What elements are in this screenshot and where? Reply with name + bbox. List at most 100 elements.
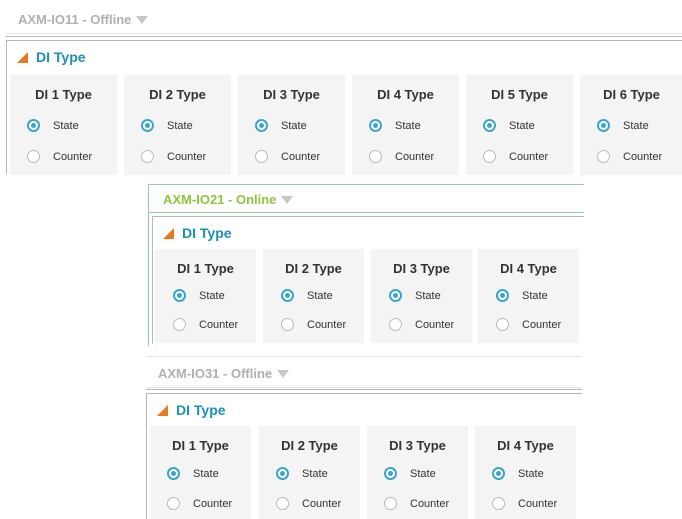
module-title: AXM-IO21 - Online	[163, 191, 277, 207]
radio-empty-icon[interactable]	[27, 150, 40, 163]
radio-selected-icon[interactable]	[276, 467, 289, 480]
card-title: DI 4 Type	[497, 438, 554, 453]
card-title: DI 4 Type	[377, 87, 434, 102]
radio-state[interactable]: State	[478, 289, 579, 302]
radio-counter[interactable]: Counter	[478, 318, 579, 331]
radio-counter[interactable]: Counter	[352, 150, 459, 163]
radio-state[interactable]: State	[580, 119, 682, 132]
radio-state[interactable]: State	[259, 467, 360, 480]
radio-counter[interactable]: Counter	[466, 150, 573, 163]
radio-empty-icon[interactable]	[384, 497, 397, 510]
section-di-type-io31: DI Type DI 1 Type State Counter DI 2 Typ…	[146, 393, 582, 519]
collapse-triangle-icon[interactable]	[163, 227, 174, 239]
radio-counter[interactable]: Counter	[371, 318, 472, 331]
radio-counter[interactable]: Counter	[259, 497, 360, 510]
card-title: DI 2 Type	[285, 261, 342, 276]
collapse-triangle-icon[interactable]	[157, 404, 168, 416]
radio-counter[interactable]: Counter	[475, 497, 576, 510]
radio-counter[interactable]: Counter	[367, 497, 468, 510]
radio-empty-icon[interactable]	[483, 150, 496, 163]
section-title[interactable]: DI Type	[17, 49, 86, 65]
chevron-down-icon[interactable]	[277, 370, 290, 378]
card-title: DI 2 Type	[281, 438, 338, 453]
card-title: DI 2 Type	[149, 87, 206, 102]
chevron-down-icon[interactable]	[136, 16, 149, 24]
radio-counter[interactable]: Counter	[124, 150, 231, 163]
di-1-type-card: DI 1 Type State Counter	[150, 426, 251, 519]
radio-selected-icon[interactable]	[384, 467, 397, 480]
radio-empty-icon[interactable]	[492, 497, 505, 510]
radio-counter[interactable]: Counter	[10, 150, 117, 163]
radio-selected-icon[interactable]	[173, 289, 186, 302]
module-header-io31[interactable]: AXM-IO31 - Offline	[146, 360, 582, 388]
di-6-type-card: DI 6 Type State Counter	[580, 75, 682, 175]
card-title: DI 6 Type	[603, 87, 660, 102]
radio-state[interactable]: State	[466, 119, 573, 132]
card-title: DI 3 Type	[389, 438, 446, 453]
di-2-type-card: DI 2 Type State Counter	[124, 75, 231, 175]
radio-empty-icon[interactable]	[167, 497, 180, 510]
radio-selected-icon[interactable]	[389, 289, 402, 302]
radio-state[interactable]: State	[352, 119, 459, 132]
di-4-type-card: DI 4 Type State Counter	[478, 249, 579, 343]
module-header-io11[interactable]: AXM-IO11 - Offline	[6, 6, 682, 34]
radio-empty-icon[interactable]	[255, 150, 268, 163]
radio-counter[interactable]: Counter	[155, 318, 256, 331]
radio-state[interactable]: State	[371, 289, 472, 302]
di-2-type-card: DI 2 Type State Counter	[263, 249, 364, 343]
radio-selected-icon[interactable]	[483, 119, 496, 132]
di-3-type-card: DI 3 Type State Counter	[371, 249, 472, 343]
card-title: DI 4 Type	[500, 261, 557, 276]
radio-state[interactable]: State	[124, 119, 231, 132]
di-2-type-card: DI 2 Type State Counter	[259, 426, 360, 519]
section-title[interactable]: DI Type	[163, 225, 232, 241]
section-di-type-io21: DI Type DI 1 Type State Counter DI 2 Typ…	[152, 216, 584, 344]
radio-empty-icon[interactable]	[496, 318, 509, 331]
radio-selected-icon[interactable]	[597, 119, 610, 132]
radio-empty-icon[interactable]	[597, 150, 610, 163]
radio-state[interactable]: State	[150, 467, 251, 480]
di-4-type-card: DI 4 Type State Counter	[475, 426, 576, 519]
radio-counter[interactable]: Counter	[238, 150, 345, 163]
collapse-triangle-icon[interactable]	[17, 51, 28, 63]
radio-selected-icon[interactable]	[281, 289, 294, 302]
chevron-down-icon[interactable]	[281, 195, 294, 204]
section-di-type-io11: DI Type DI 1 Type State Counter DI 2 Typ…	[6, 40, 682, 175]
radio-counter[interactable]: Counter	[580, 150, 682, 163]
module-title: AXM-IO31 - Offline	[158, 366, 273, 381]
radio-selected-icon[interactable]	[492, 467, 505, 480]
radio-counter[interactable]: Counter	[263, 318, 364, 331]
radio-state[interactable]: State	[238, 119, 345, 132]
radio-selected-icon[interactable]	[369, 119, 382, 132]
card-title: DI 3 Type	[263, 87, 320, 102]
radio-state[interactable]: State	[367, 467, 468, 480]
radio-empty-icon[interactable]	[173, 318, 186, 331]
di-5-type-card: DI 5 Type State Counter	[466, 75, 573, 175]
radio-empty-icon[interactable]	[141, 150, 154, 163]
card-title: DI 1 Type	[172, 438, 229, 453]
card-title: DI 1 Type	[35, 87, 92, 102]
radio-selected-icon[interactable]	[141, 119, 154, 132]
radio-counter[interactable]: Counter	[150, 497, 251, 510]
section-title[interactable]: DI Type	[157, 402, 226, 418]
radio-state[interactable]: State	[263, 289, 364, 302]
di-1-type-card: DI 1 Type State Counter	[155, 249, 256, 343]
radio-selected-icon[interactable]	[496, 289, 509, 302]
radio-selected-icon[interactable]	[27, 119, 40, 132]
radio-state[interactable]: State	[10, 119, 117, 132]
di-4-type-card: DI 4 Type State Counter	[352, 75, 459, 175]
module-header-io21[interactable]: AXM-IO21 - Online	[149, 185, 584, 213]
radio-selected-icon[interactable]	[167, 467, 180, 480]
radio-state[interactable]: State	[155, 289, 256, 302]
card-title: DI 1 Type	[177, 261, 234, 276]
radio-empty-icon[interactable]	[369, 150, 382, 163]
di-3-type-card: DI 3 Type State Counter	[367, 426, 468, 519]
radio-empty-icon[interactable]	[281, 318, 294, 331]
di-1-type-card: DI 1 Type State Counter	[10, 75, 117, 175]
radio-selected-icon[interactable]	[255, 119, 268, 132]
radio-state[interactable]: State	[475, 467, 576, 480]
di-3-type-card: DI 3 Type State Counter	[238, 75, 345, 175]
module-title: AXM-IO11 - Offline	[18, 12, 132, 27]
radio-empty-icon[interactable]	[276, 497, 289, 510]
radio-empty-icon[interactable]	[389, 318, 402, 331]
